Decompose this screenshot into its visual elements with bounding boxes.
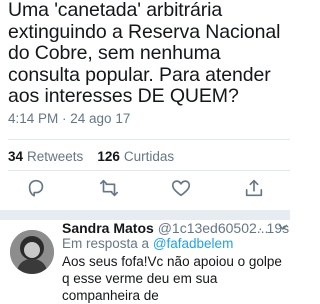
tweet-actions: [0, 176, 290, 200]
in-reply-handle-link[interactable]: @fafadbelem: [153, 236, 234, 251]
tweet-stats: 34 Retweets 126 Curtidas: [8, 149, 174, 164]
share-icon[interactable]: [243, 177, 265, 199]
retweets-count: 34: [8, 149, 24, 164]
tweet-text: Uma 'canetada' arbitrária extinguindo a …: [8, 0, 281, 107]
reply-author-name[interactable]: Sandra Matos: [62, 220, 154, 236]
in-reply-to: Em resposta a @fafadbelem: [62, 236, 233, 251]
reply-tweet[interactable]: Sandra Matos @1c13ed60502... · 19s Em re…: [0, 220, 290, 303]
retweets-label: Retweets: [27, 149, 84, 164]
tweet-timestamp[interactable]: 4:14 PM · 24 ago 17: [8, 111, 130, 126]
avatar[interactable]: [10, 230, 54, 274]
reply-text: Aos seus fofa!Vc não apoiou o golpe q es…: [62, 254, 282, 303]
like-icon[interactable]: [170, 177, 192, 199]
in-reply-prefix: Em resposta a: [62, 236, 150, 251]
retweets-stat[interactable]: 34 Retweets: [8, 149, 83, 164]
likes-label: Curtidas: [123, 149, 175, 164]
reply-icon[interactable]: [25, 177, 47, 199]
reply-header: Sandra Matos @1c13ed60502... · 19s: [62, 220, 290, 236]
likes-stat[interactable]: 126 Curtidas: [97, 149, 174, 164]
chevron-down-icon[interactable]: [278, 223, 288, 231]
likes-count: 126: [97, 149, 120, 164]
tweet-separator: [0, 210, 290, 220]
divider: [8, 170, 290, 171]
reply-author-handle[interactable]: @1c13ed60502...: [158, 220, 269, 236]
divider: [8, 139, 290, 140]
retweet-icon[interactable]: [98, 177, 120, 199]
